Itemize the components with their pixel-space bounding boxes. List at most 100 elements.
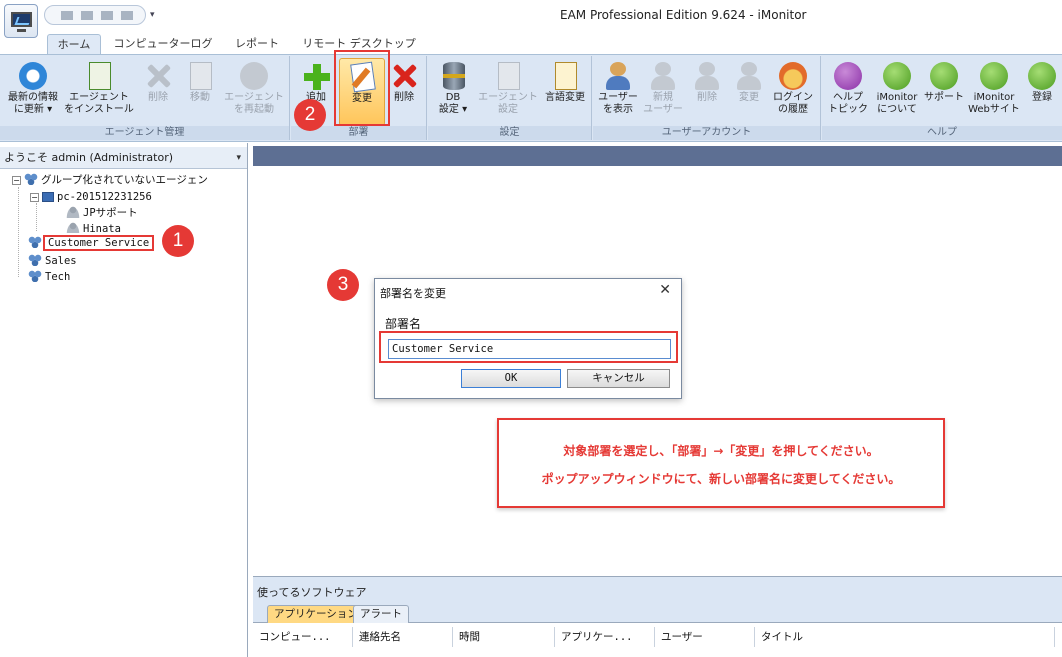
tree-node-department[interactable]: Tech (28, 269, 70, 285)
add-icon (300, 62, 332, 92)
ok-button[interactable]: OK (461, 369, 561, 388)
cancel-button[interactable]: キャンセル (567, 369, 670, 388)
group-icon (28, 254, 42, 266)
move-agent-button[interactable]: 移動 (180, 58, 220, 126)
delete-user-icon (691, 62, 723, 92)
edit-user-button[interactable]: 変更 (729, 58, 769, 126)
title-bar: ▾ EAM Professional Edition 9.624 - iMoni… (0, 0, 1062, 38)
refresh-icon (17, 62, 49, 92)
chevron-down-icon[interactable]: ▾ (236, 147, 241, 169)
app-menu-button[interactable] (4, 4, 38, 38)
tab-applications[interactable]: アプリケーション (267, 605, 365, 623)
tree-node-department[interactable]: Sales (28, 253, 77, 269)
department-name-input[interactable] (388, 339, 671, 359)
tree-node-ungrouped[interactable]: − グループ化されていないエージェン (12, 172, 208, 188)
edit-user-icon (733, 62, 765, 92)
column-header[interactable]: タイトル (755, 627, 1055, 647)
step-badge-2: 2 (294, 99, 326, 131)
agent-settings-button[interactable]: エージェント 設定 (476, 58, 540, 126)
group-help: ヘルプ トピック iMonitor について サポート iMonitor Web… (822, 56, 1062, 140)
group-icon (28, 270, 42, 282)
register-icon (1026, 62, 1058, 92)
welcome-text: ようこそ admin (Administrator) (4, 151, 174, 164)
edit-button-highlight (334, 50, 390, 126)
help-icon (832, 62, 864, 92)
collapse-icon[interactable]: − (30, 193, 39, 202)
chart-icon[interactable] (61, 11, 73, 20)
delete-icon (388, 62, 420, 92)
column-header[interactable]: ユーザー (655, 627, 755, 647)
rename-department-dialog: 部署名を変更 ✕ 部署名 OK キャンセル (374, 278, 682, 399)
main-header-bar (253, 146, 1062, 166)
monitor-icon (11, 12, 32, 27)
website-icon (978, 62, 1010, 92)
database-icon (437, 62, 469, 92)
delete-icon (142, 62, 174, 92)
about-icon (881, 62, 913, 92)
user-icon (66, 222, 80, 233)
users-icon (602, 62, 634, 92)
software-tabs: アプリケーション アラート (253, 603, 1062, 623)
tree-node-user[interactable]: Hinata (66, 221, 121, 233)
volume-icon[interactable] (101, 11, 113, 20)
tree-connector (18, 187, 19, 277)
collapse-icon[interactable]: − (12, 176, 21, 185)
move-icon (184, 62, 216, 92)
tab-report[interactable]: レポート (228, 34, 286, 54)
monitor-stand-icon (17, 29, 26, 32)
department-customer-service[interactable]: Customer Service (43, 235, 155, 251)
agent-settings-icon (492, 62, 524, 92)
new-user-icon (647, 62, 679, 92)
computer-icon (42, 192, 54, 202)
group-label-help: ヘルプ (822, 126, 1062, 140)
user-icon (66, 206, 80, 218)
install-agent-button[interactable]: エージェント をインストール (64, 58, 134, 126)
window-title: EAM Professional Edition 9.624 - iMonito… (560, 8, 807, 22)
close-icon[interactable]: ✕ (659, 282, 671, 298)
install-agent-icon (83, 62, 115, 92)
login-history-button[interactable]: ログイン の履歴 (769, 58, 817, 126)
stats-icon[interactable] (81, 11, 93, 20)
website-button[interactable]: iMonitor Webサイト (966, 58, 1022, 126)
group-label-agent-management: エージェント管理 (0, 126, 289, 140)
agent-tree-panel: ようこそ admin (Administrator) ▾ − グループ化されていな… (0, 143, 248, 657)
group-user-account: ユーザー を表示 新規 ユーザー 削除 変更 ログイン の履歴 ユーザーアカウン… (593, 56, 821, 140)
group-icon (24, 173, 38, 185)
group-label-user-account: ユーザーアカウント (593, 126, 820, 140)
new-user-button[interactable]: 新規 ユーザー (641, 58, 685, 126)
db-settings-button[interactable]: DB 設定 ▾ (430, 58, 476, 126)
delete-agent-button[interactable]: 削除 (138, 58, 178, 126)
screen-icon[interactable] (121, 11, 133, 20)
welcome-bar[interactable]: ようこそ admin (Administrator) ▾ (0, 147, 247, 169)
tab-alerts[interactable]: アラート (353, 605, 409, 623)
tab-computer-log[interactable]: コンピューターログ (110, 34, 216, 54)
support-icon (928, 62, 960, 92)
group-icon (28, 236, 42, 248)
register-button[interactable]: 登録 (1024, 58, 1060, 126)
column-header[interactable]: 時間 (453, 627, 555, 647)
dialog-title: 部署名を変更 (380, 287, 446, 300)
column-header[interactable]: コンピュー... (253, 627, 353, 647)
language-button[interactable]: 言語変更 (540, 58, 590, 126)
help-topics-button[interactable]: ヘルプ トピック (824, 58, 872, 126)
tree-connector (36, 203, 37, 231)
tree-node-user[interactable]: JPサポート (66, 205, 138, 221)
group-label-settings: 設定 (428, 126, 591, 140)
about-button[interactable]: iMonitor について (872, 58, 922, 126)
tab-home[interactable]: ホーム (47, 34, 101, 54)
software-grid: コンピュー... 連絡先名 時間 アプリケー... ユーザー タイトル (253, 623, 1062, 657)
refresh-button[interactable]: 最新の情報 に更新 ▾ (2, 58, 64, 126)
column-header[interactable]: 連絡先名 (353, 627, 453, 647)
login-history-icon (777, 62, 809, 92)
step-badge-1: 1 (162, 225, 194, 257)
column-header[interactable]: アプリケー... (555, 627, 655, 647)
delete-user-button[interactable]: 削除 (685, 58, 729, 126)
qat-dropdown-icon[interactable]: ▾ (150, 10, 155, 20)
restart-agent-button[interactable]: エージェント を再起動 (222, 58, 286, 126)
tree-node-pc[interactable]: − pc-201512231256 (30, 189, 152, 205)
support-button[interactable]: サポート (922, 58, 966, 126)
department-name-label: 部署名 (385, 317, 422, 331)
tree-node-department[interactable]: Customer Service (28, 235, 155, 255)
delete-department-button[interactable]: 削除 (385, 58, 423, 126)
show-users-button[interactable]: ユーザー を表示 (595, 58, 641, 126)
